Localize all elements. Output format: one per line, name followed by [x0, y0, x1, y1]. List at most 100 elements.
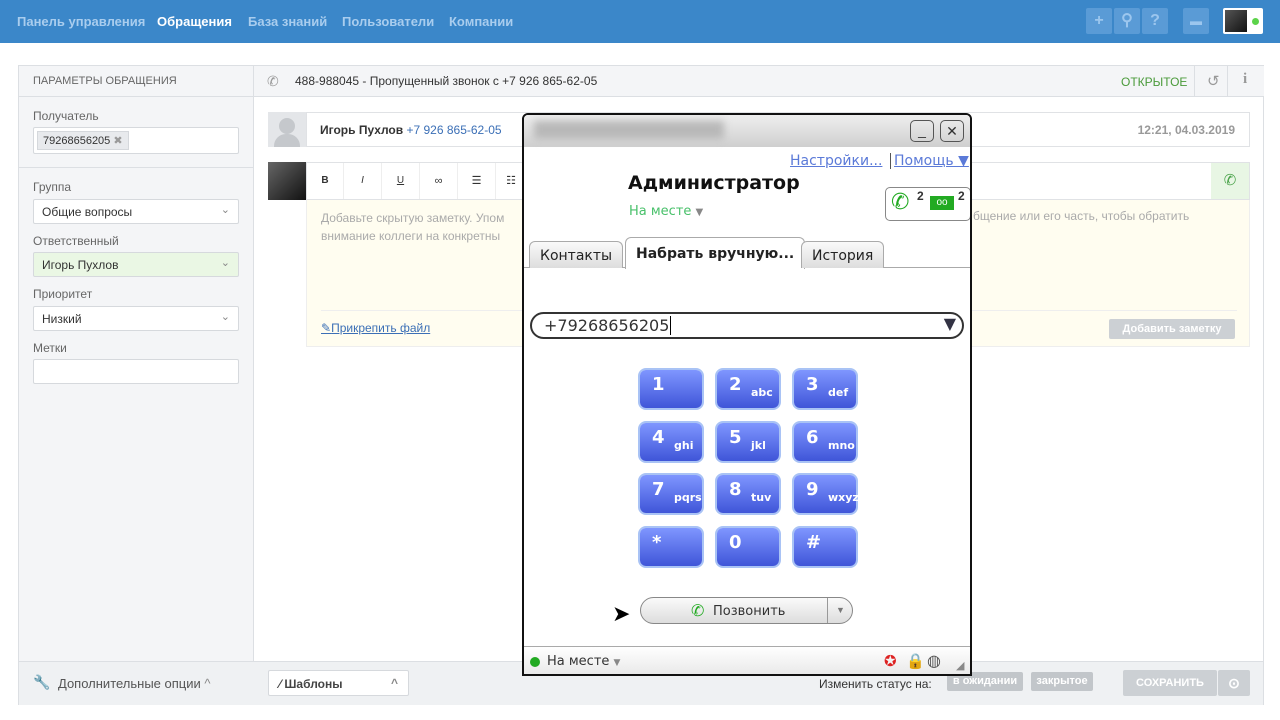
user-menu[interactable] — [1223, 8, 1263, 34]
ordered-list-button[interactable]: ☰ — [458, 163, 496, 199]
softphone-window: _ ✕ Настройки... Помощь ▼ Администратор … — [522, 113, 972, 676]
ticket-header: ✆ 488-988045 - Пропущенный звонок с +7 9… — [254, 66, 1264, 97]
call-button[interactable]: ✆ — [1211, 163, 1249, 199]
help-link[interactable]: Помощь ▼ — [890, 153, 969, 169]
save-button[interactable]: СОХРАНИТЬ — [1123, 670, 1217, 696]
tab-history[interactable]: История — [801, 241, 885, 268]
group-select[interactable]: Общие вопросы ⌄ — [33, 199, 239, 224]
dial-key[interactable]: 5 jkl — [717, 422, 779, 461]
attach-file-link[interactable]: ✎Прикрепить файл — [321, 321, 430, 335]
plus-icon[interactable]: + — [1086, 8, 1112, 34]
lock-icon: 🔒 — [906, 653, 925, 670]
more-options-toggle[interactable]: Дополнительные опции ^ — [58, 676, 211, 691]
handset-icon: ✆ — [691, 603, 705, 620]
assignee-select[interactable]: Игорь Пухлов ⌄ — [33, 252, 239, 277]
call-options-dropdown[interactable]: ▼ — [827, 598, 853, 623]
dial-key[interactable]: 4 ghi — [640, 422, 702, 461]
dial-key[interactable]: 1 — [640, 370, 702, 408]
note-placeholder-left: Добавьте скрытую заметку. Упом внимание к… — [321, 211, 505, 243]
number-input[interactable]: +79268656205 ▼ — [530, 312, 964, 339]
dial-key[interactable]: 2 abc — [717, 370, 779, 408]
recipient-label: Получатель — [33, 109, 99, 123]
dial-key-digit: 9 — [806, 479, 819, 500]
voicemail-icon: oo — [930, 196, 954, 210]
bold-button[interactable]: B — [307, 163, 344, 199]
remove-tag-icon[interactable]: ✖ — [113, 135, 122, 147]
sidebar-title: ПАРАМЕТРЫ ОБРАЩЕНИЯ — [19, 66, 254, 97]
note-placeholder-right: бщение или его часть, чтобы обратить — [973, 209, 1190, 223]
info-icon[interactable]: i — [1243, 71, 1247, 88]
recipient-tag-text: 79268656205 — [43, 135, 111, 147]
dial-key-digit: * — [652, 531, 662, 553]
dial-key[interactable]: 0 — [717, 527, 779, 566]
priority-value: Низкий — [42, 312, 82, 326]
presence-dot-icon — [530, 657, 540, 667]
recipient-field[interactable]: 79268656205 ✖ — [33, 127, 239, 154]
search-icon[interactable]: ⚲ — [1114, 8, 1140, 34]
phone-icon: ✆ — [267, 73, 279, 89]
dial-key[interactable]: 9 wxyz — [794, 475, 859, 513]
tab-manual-dial[interactable]: Набрать вручную... — [625, 237, 806, 269]
dial-key-digit: 5 — [729, 426, 742, 448]
nav-users[interactable]: Пользователи — [342, 14, 434, 29]
tab-contacts[interactable]: Контакты — [529, 241, 624, 268]
add-note-button[interactable]: Добавить заметку — [1109, 319, 1235, 339]
dial-key[interactable]: 8 tuv — [717, 475, 779, 513]
status-closed-button[interactable]: закрытое — [1031, 672, 1093, 691]
resize-grip-icon[interactable]: ◢ — [956, 659, 964, 672]
priority-select[interactable]: Низкий ⌄ — [33, 306, 239, 331]
tags-input[interactable] — [33, 359, 239, 384]
dial-key[interactable]: 6 mno — [794, 422, 856, 461]
dial-key-digit: 3 — [806, 374, 819, 395]
author-name: Игорь Пухлов — [320, 123, 404, 137]
presence-dropdown[interactable]: На месте ▼ — [629, 204, 703, 219]
call-dial-button[interactable]: ✆ Позвонить ▼ — [640, 597, 853, 624]
chevron-down-icon: ⌄ — [220, 204, 230, 216]
status-badge[interactable]: ОТКРЫТОЕ — [1121, 75, 1187, 89]
minimize-button[interactable]: _ — [910, 120, 934, 142]
dial-key[interactable]: * — [640, 527, 702, 566]
underline-button[interactable]: U — [382, 163, 420, 199]
recipient-tag: 79268656205 ✖ — [37, 131, 129, 150]
mouse-cursor-icon: ➤ — [612, 601, 631, 626]
missed-calls-icon: ✆ — [891, 189, 910, 214]
number-value: +79268656205 — [544, 316, 670, 335]
assignee-value: Игорь Пухлов — [42, 258, 119, 272]
group-value: Общие вопросы — [42, 205, 133, 219]
certificate-icon: ✪ — [884, 653, 897, 670]
dial-key[interactable]: 3 def — [794, 370, 856, 408]
user-name: Администратор — [628, 172, 800, 194]
dial-key[interactable]: 7 pqrs — [640, 475, 702, 513]
message-author: Игорь Пухлов +7 926 865-62-05 — [320, 123, 502, 137]
save-options-button[interactable]: ⊙ — [1218, 670, 1250, 696]
blurred-title — [534, 121, 724, 139]
nav-dashboard[interactable]: Панель управления — [17, 14, 145, 29]
online-dot-icon — [1252, 18, 1259, 25]
author-avatar — [268, 112, 306, 147]
settings-link[interactable]: Настройки... — [790, 153, 882, 169]
dialpad: 1 2 abc 3 def 4 ghi 5 jkl 6 mno 7 pqrs 8 tuv 9 wxyz * 0 # — [640, 370, 860, 570]
status-dropdown[interactable]: На месте ▼ — [547, 654, 620, 669]
softphone-titlebar[interactable]: _ ✕ — [524, 115, 970, 147]
nav-tickets[interactable]: Обращения — [157, 14, 232, 29]
link-button[interactable]: ∞ — [420, 163, 458, 199]
briefcase-icon[interactable]: ▬ — [1183, 8, 1209, 34]
author-phone[interactable]: +7 926 865-62-05 — [406, 123, 501, 137]
nav-knowledge-base[interactable]: База знаний — [248, 14, 327, 29]
ticket-title: 488-988045 - Пропущенный звонок с +7 926… — [295, 74, 598, 88]
dial-key[interactable]: # — [794, 527, 856, 566]
italic-button[interactable]: I — [344, 163, 382, 199]
notifications-box[interactable]: ✆ 2 oo 2 — [885, 187, 970, 221]
number-history-dropdown[interactable]: ▼ — [944, 314, 956, 333]
dial-key-letters: def — [828, 386, 849, 399]
dial-key-letters: wxyz — [828, 491, 859, 504]
speaker-icon[interactable]: ◍ — [927, 651, 941, 671]
priority-label: Приоритет — [33, 287, 93, 301]
history-icon[interactable]: ↺ — [1207, 72, 1220, 90]
nav-companies[interactable]: Компании — [449, 14, 513, 29]
dial-key-digit: 4 — [652, 426, 665, 448]
templates-button[interactable]: ⁄ Шаблоны ^ — [268, 670, 409, 696]
close-button[interactable]: ✕ — [940, 120, 964, 142]
change-status-label: Изменить статус на: — [819, 677, 932, 691]
help-icon[interactable]: ? — [1142, 8, 1168, 34]
